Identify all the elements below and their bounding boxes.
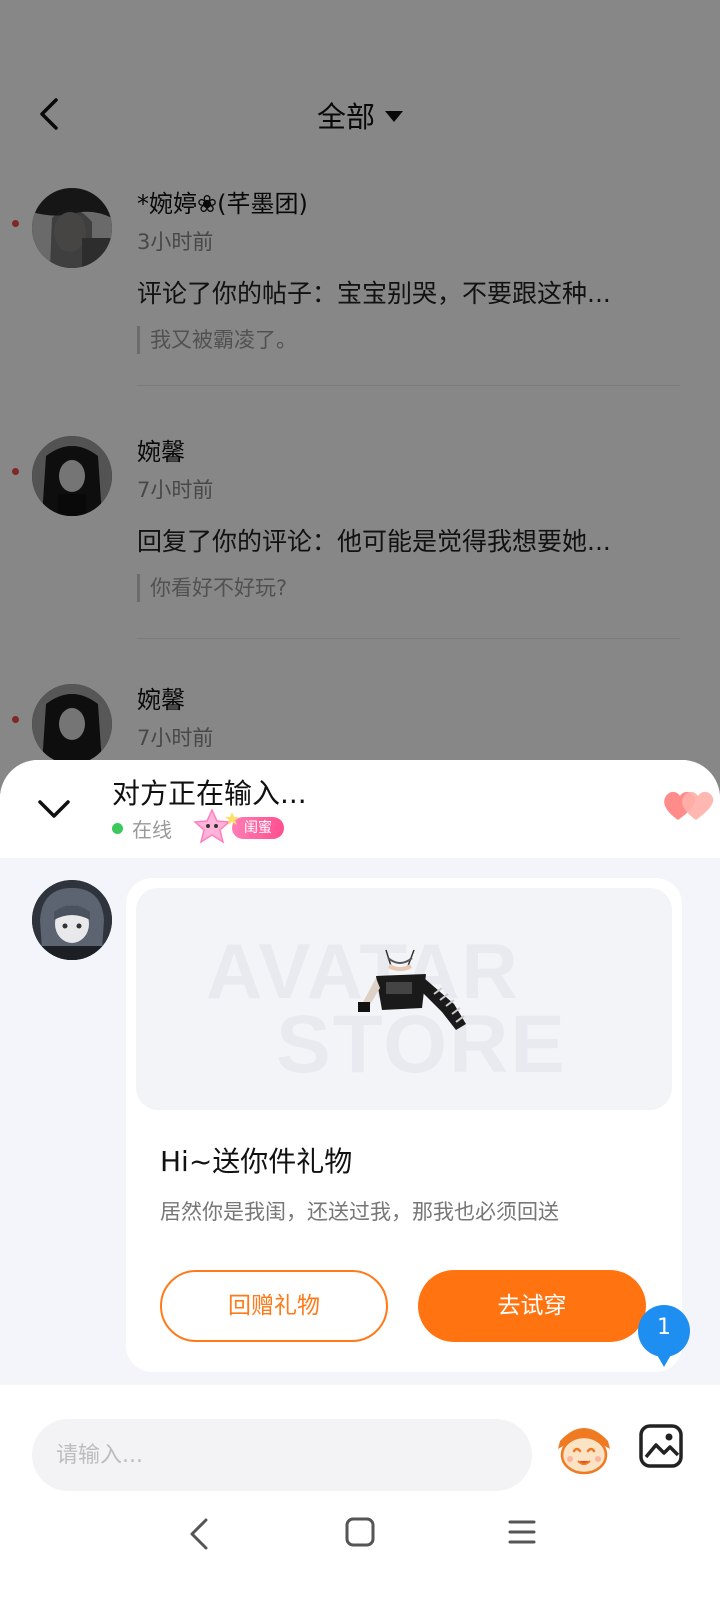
message-input[interactable] bbox=[32, 1419, 532, 1491]
presence-row: 在线 闺蜜 bbox=[112, 808, 284, 844]
return-gift-button[interactable]: 回赠礼物 bbox=[160, 1270, 388, 1342]
chat-header: 对方正在输入... 在线 闺蜜 bbox=[0, 760, 720, 858]
try-on-button[interactable]: 去试穿 bbox=[418, 1270, 646, 1342]
avatar-image bbox=[32, 880, 112, 960]
image-icon bbox=[639, 1424, 683, 1468]
avatar-store-banner[interactable]: AVATAR STORE bbox=[136, 888, 672, 1110]
outfit-image bbox=[358, 949, 466, 1030]
star-mascot-icon bbox=[193, 808, 239, 844]
hearts-icon[interactable] bbox=[662, 786, 714, 826]
chevron-down-icon bbox=[38, 800, 70, 818]
emoji-face-icon bbox=[558, 1428, 610, 1475]
unread-count: 1 bbox=[657, 1315, 671, 1340]
image-button[interactable] bbox=[638, 1423, 684, 1469]
nav-back-icon[interactable] bbox=[184, 1516, 216, 1552]
online-status: 在线 bbox=[132, 817, 172, 842]
nav-menu-icon[interactable] bbox=[506, 1516, 538, 1548]
emoji-button[interactable] bbox=[554, 1419, 614, 1479]
gift-card: AVATAR STORE Hi~送你件礼物 居然你是我闺，还送过我，那我也必须回… bbox=[126, 878, 682, 1372]
online-dot bbox=[112, 822, 123, 834]
typing-status: 对方正在输入... bbox=[112, 777, 307, 810]
card-title: Hi~送你件礼物 bbox=[160, 1145, 353, 1178]
nav-home-icon[interactable] bbox=[344, 1516, 376, 1548]
sender-avatar[interactable] bbox=[32, 880, 112, 960]
card-description: 居然你是我闺，还送过我，那我也必须回送 bbox=[160, 1200, 559, 1224]
collapse-button[interactable] bbox=[34, 788, 74, 828]
unread-count-badge[interactable]: 1 bbox=[636, 1305, 692, 1371]
relation-badge[interactable]: 闺蜜 bbox=[188, 808, 284, 844]
chat-sheet: 对方正在输入... 在线 闺蜜 AVATAR STORE Hi~送你件礼物 居然… bbox=[0, 760, 720, 1600]
system-nav-bar bbox=[0, 1490, 720, 1600]
